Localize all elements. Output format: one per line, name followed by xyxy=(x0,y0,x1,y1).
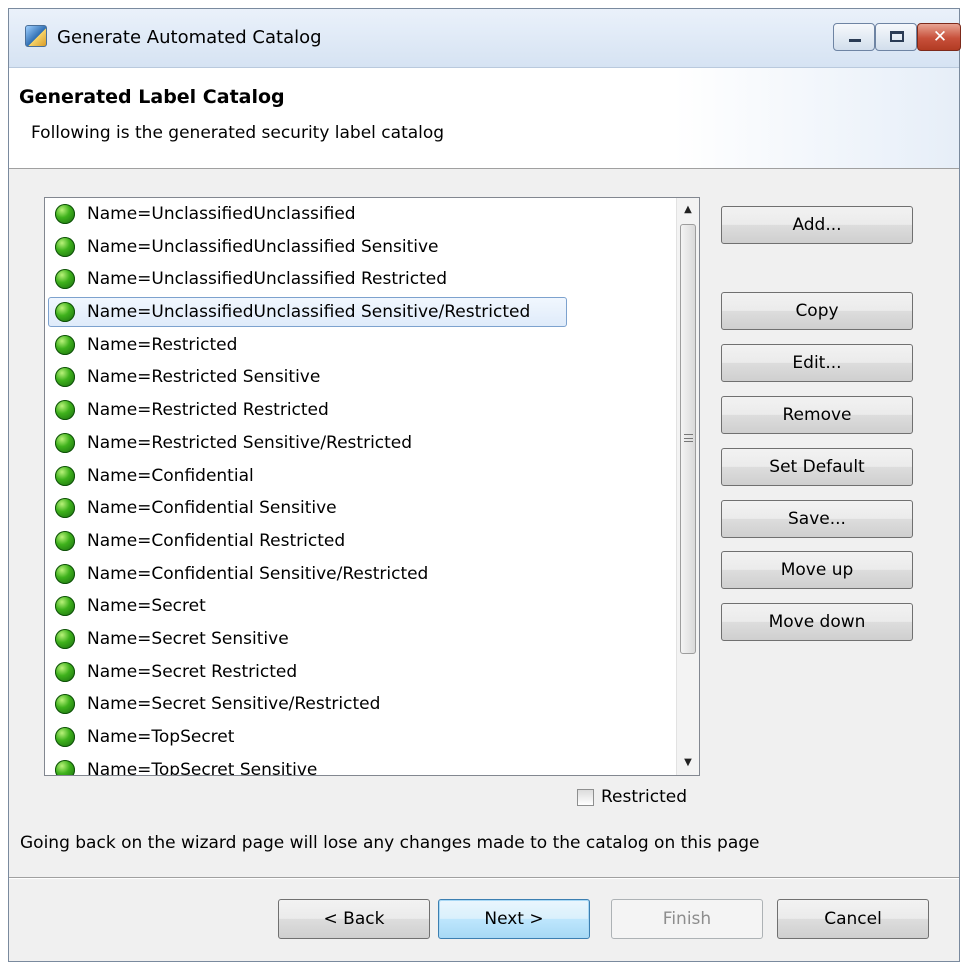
edit-button[interactable]: Edit... xyxy=(721,344,913,382)
remove-button[interactable]: Remove xyxy=(721,396,913,434)
list-item[interactable]: Name=Secret xyxy=(45,590,679,623)
list-item[interactable]: Name=UnclassifiedUnclassified Sensitive/… xyxy=(45,296,679,329)
green-circle-icon xyxy=(55,465,75,486)
list-item[interactable]: Name=Restricted Sensitive/Restricted xyxy=(45,427,679,460)
green-circle-icon xyxy=(55,269,75,290)
warning-note: Going back on the wizard page will lose … xyxy=(20,833,760,853)
save-button[interactable]: Save... xyxy=(721,500,913,538)
list-item-label: Name=UnclassifiedUnclassified Restricted xyxy=(87,269,448,290)
minimize-button[interactable] xyxy=(833,23,875,51)
list-item[interactable]: Name=Restricted Sensitive xyxy=(45,361,679,394)
maximize-button[interactable] xyxy=(875,23,917,51)
close-button[interactable]: ✕ xyxy=(917,23,961,51)
list-item-label: Name=UnclassifiedUnclassified Sensitive/… xyxy=(87,302,531,323)
green-circle-icon xyxy=(55,367,75,388)
list-item-label: Name=Confidential Sensitive/Restricted xyxy=(87,563,429,584)
list-item[interactable]: Name=Confidential Sensitive/Restricted xyxy=(45,558,679,591)
green-circle-icon xyxy=(55,400,75,421)
list-item-label: Name=UnclassifiedUnclassified Sensitive xyxy=(87,236,439,257)
list-item[interactable]: Name=UnclassifiedUnclassified xyxy=(45,198,679,231)
list-item[interactable]: Name=Restricted Restricted xyxy=(45,394,679,427)
green-circle-icon xyxy=(55,334,75,355)
window-title: Generate Automated Catalog xyxy=(57,27,322,48)
move-up-button[interactable]: Move up xyxy=(721,551,913,589)
list-item-label: Name=TopSecret xyxy=(87,727,235,747)
green-circle-icon xyxy=(55,432,75,453)
list-item[interactable]: Name=UnclassifiedUnclassified Sensitive xyxy=(45,231,679,264)
list-item-label: Name=Secret xyxy=(87,596,206,617)
app-icon xyxy=(25,25,47,47)
title-bar[interactable]: Generate Automated Catalog ✕ xyxy=(9,9,961,68)
green-circle-icon xyxy=(55,498,75,519)
move-down-button[interactable]: Move down xyxy=(721,603,913,641)
restricted-checkbox[interactable] xyxy=(577,789,594,806)
list-item[interactable]: Name=UnclassifiedUnclassified Restricted xyxy=(45,263,679,296)
scroll-up-icon[interactable]: ▲ xyxy=(677,200,699,220)
grip-icon xyxy=(684,434,693,442)
back-button[interactable]: < Back xyxy=(278,899,430,939)
green-circle-icon xyxy=(55,236,75,257)
list-item[interactable]: Name=TopSecret xyxy=(45,721,679,754)
green-circle-icon xyxy=(55,759,75,775)
wizard-dialog: Generate Automated Catalog ✕ Generated L… xyxy=(8,8,961,962)
list-item-label: Name=UnclassifiedUnclassified xyxy=(87,204,356,224)
list-item-label: Name=Restricted xyxy=(87,334,238,355)
scroll-thumb[interactable] xyxy=(680,224,696,654)
finish-button: Finish xyxy=(611,899,763,939)
set-default-button[interactable]: Set Default xyxy=(721,448,913,486)
list-item-label: Name=Restricted Restricted xyxy=(87,400,329,421)
list-item-label: Name=Secret Sensitive/Restricted xyxy=(87,694,381,715)
green-circle-icon xyxy=(55,727,75,747)
list-item[interactable]: Name=Secret Sensitive xyxy=(45,623,679,656)
green-circle-icon xyxy=(55,563,75,584)
list-item[interactable]: Name=Confidential Restricted xyxy=(45,525,679,558)
list-item[interactable]: Name=Secret Restricted xyxy=(45,656,679,689)
list-item-label: Name=Secret Sensitive xyxy=(87,628,289,649)
maximize-icon xyxy=(890,31,904,42)
copy-button[interactable]: Copy xyxy=(721,292,913,330)
list-item[interactable]: Name=Restricted xyxy=(45,329,679,362)
list-item-label: Name=Confidential Restricted xyxy=(87,530,346,551)
wizard-header: Generated Label Catalog Following is the… xyxy=(9,68,959,169)
cancel-button[interactable]: Cancel xyxy=(777,899,929,939)
list-item[interactable]: Name=Confidential Sensitive xyxy=(45,492,679,525)
page-description: Following is the generated security labe… xyxy=(31,123,445,143)
scroll-down-icon[interactable]: ▼ xyxy=(677,753,699,773)
list-item-label: Name=Secret Restricted xyxy=(87,661,298,682)
list-item[interactable]: Name=TopSecret Sensitive xyxy=(45,754,679,776)
list-item-label: Name=Confidential Sensitive xyxy=(87,498,337,519)
list-item-label: Name=Confidential xyxy=(87,465,254,486)
list-item-label: Name=TopSecret Sensitive xyxy=(87,759,318,776)
minimize-icon xyxy=(849,39,861,42)
green-circle-icon xyxy=(55,530,75,551)
catalog-list[interactable]: Name=UnclassifiedUnclassified Name=Unclas… xyxy=(44,197,700,776)
list-item[interactable]: Name=Secret Sensitive/Restricted xyxy=(45,688,679,721)
green-circle-icon xyxy=(55,661,75,682)
green-circle-icon xyxy=(55,628,75,649)
green-circle-icon xyxy=(55,694,75,715)
next-button[interactable]: Next > xyxy=(438,899,590,939)
list-item-label: Name=Restricted Sensitive/Restricted xyxy=(87,432,413,453)
green-circle-icon xyxy=(55,204,75,224)
list-item-label: Name=Restricted Sensitive xyxy=(87,367,321,388)
add-button[interactable]: Add... xyxy=(721,206,913,244)
list-item[interactable]: Name=Confidential xyxy=(45,460,679,493)
green-circle-icon xyxy=(55,596,75,617)
vertical-scrollbar[interactable]: ▲ ▼ xyxy=(676,198,699,775)
close-icon: ✕ xyxy=(932,27,948,47)
page-title: Generated Label Catalog xyxy=(19,86,285,108)
catalog-list-items: Name=UnclassifiedUnclassified Name=Unclas… xyxy=(45,198,679,776)
restricted-checkbox-label[interactable]: Restricted xyxy=(601,787,687,807)
footer-divider xyxy=(9,877,959,879)
green-circle-icon xyxy=(55,302,75,323)
